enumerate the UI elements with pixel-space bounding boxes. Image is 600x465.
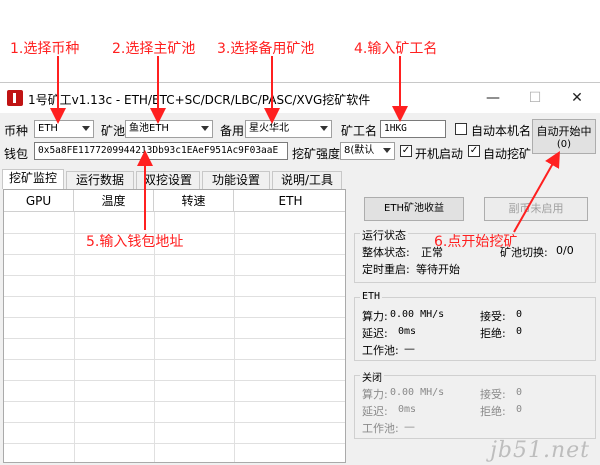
arrow-to-start-button	[513, 151, 560, 233]
watermark-text: jb51.net	[490, 438, 590, 463]
annotation-arrows	[50, 56, 560, 233]
